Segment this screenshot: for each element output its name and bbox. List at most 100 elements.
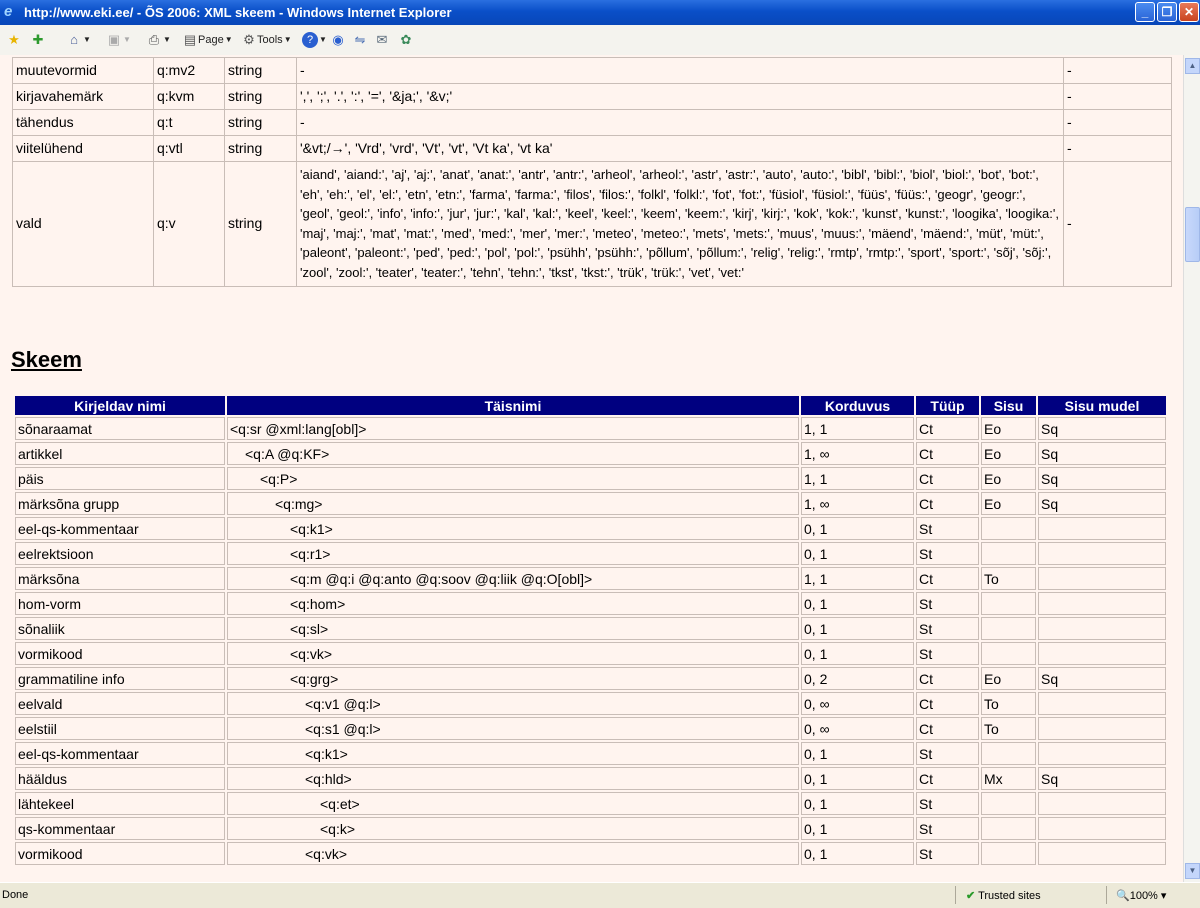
attribute-name: muutevormid <box>12 57 154 84</box>
help-button[interactable]: ? ▼ <box>302 31 328 49</box>
cell-type: Ct <box>916 417 979 440</box>
cell-rep: 0, 2 <box>801 667 914 690</box>
scroll-thumb[interactable] <box>1185 207 1200 262</box>
table-row: vormikood <q:vk> 0, 1 St <box>15 642 1166 665</box>
scroll-down-icon[interactable]: ▼ <box>1185 863 1200 879</box>
attribute-extra: - <box>1063 57 1172 84</box>
tool-extension-button[interactable]: ✿ <box>398 31 414 49</box>
attribute-values: '&vt;/→', 'Vrd', 'vrd', 'Vt', 'vt', 'Vt … <box>296 135 1064 162</box>
table-row: vormikood <q:vk> 0, 1 St <box>15 842 1166 865</box>
home-button[interactable]: ⌂ ▼ <box>66 31 92 49</box>
scroll-up-icon[interactable]: ▲ <box>1185 58 1200 74</box>
attribute-extra: - <box>1063 109 1172 136</box>
attribute-name: vald <box>12 161 154 287</box>
cell-type: Ct <box>916 717 979 740</box>
column-header: Korduvus <box>801 396 914 415</box>
favorites-star-icon: ★ <box>8 32 20 48</box>
research-icon: ◉ <box>332 32 344 48</box>
zoom-control[interactable]: 🔍100% ▾ <box>1116 889 1166 902</box>
window-titlebar: e http://www.eki.ee/ - ÕS 2006: XML skee… <box>0 0 1200 25</box>
cell-model <box>1038 717 1166 740</box>
bluetooth-button[interactable]: ✉ <box>374 31 390 49</box>
cell-content <box>981 617 1036 640</box>
print-button[interactable]: ⎙ ▼ <box>146 31 172 49</box>
tools-menu-button[interactable]: ⚙ Tools▼ <box>241 31 293 49</box>
cell-name: eelvald <box>15 692 225 715</box>
research-button[interactable]: ◉ <box>330 31 346 49</box>
close-button[interactable]: ✕ <box>1179 2 1199 22</box>
column-header: Täisnimi <box>227 396 799 415</box>
attribute-code: q:v <box>153 161 225 287</box>
cell-type: St <box>916 517 979 540</box>
cell-name: lähtekeel <box>15 792 225 815</box>
column-header: Tüüp <box>916 396 979 415</box>
cell-name: hom-vorm <box>15 592 225 615</box>
attribute-code: q:kvm <box>153 83 225 110</box>
table-row: qs-kommentaar <q:k> 0, 1 St <box>15 817 1166 840</box>
attribute-name: tähendus <box>12 109 154 136</box>
cell-type: St <box>916 542 979 565</box>
cell-full: <q:k1> <box>227 742 799 765</box>
checkmark-icon: ✔ <box>966 890 976 902</box>
cell-model <box>1038 742 1166 765</box>
table-row: eelvald <q:v1 @q:l> 0, ∞ Ct To <box>15 692 1166 715</box>
cell-content <box>981 792 1036 815</box>
cell-type: St <box>916 817 979 840</box>
table-row: eelstiil <q:s1 @q:l> 0, ∞ Ct To <box>15 717 1166 740</box>
cell-model <box>1038 542 1166 565</box>
chevron-down-icon: ▼ <box>163 35 171 45</box>
cell-full: <q:hld> <box>227 767 799 790</box>
cell-type: Ct <box>916 492 979 515</box>
cell-type: St <box>916 792 979 815</box>
cell-full: <q:v1 @q:l> <box>227 692 799 715</box>
cell-rep: 1, 1 <box>801 567 914 590</box>
security-zone[interactable]: ✔ Trusted sites <box>966 889 1041 902</box>
command-bar: ★ ✚ ⌂ ▼ ▣ ▼ ⎙ ▼ ▤ Page▼ ⚙ Tools▼ ? ▼ ◉ ⇋ ✉ ✿ <box>0 25 1200 56</box>
cell-name: vormikood <box>15 842 225 865</box>
cell-full: <q:k1> <box>227 517 799 540</box>
restore-button[interactable]: ❐ <box>1157 2 1177 22</box>
cell-name: qs-kommentaar <box>15 817 225 840</box>
close-icon: ✕ <box>1183 5 1195 19</box>
add-favorites-button[interactable]: ✚ <box>30 31 46 49</box>
cell-name: päis <box>15 467 225 490</box>
cell-full: <q:grg> <box>227 667 799 690</box>
cell-type: St <box>916 642 979 665</box>
table-row: märksõna <q:m @q:i @q:anto @q:soov @q:lii… <box>15 567 1166 590</box>
cell-rep: 1, ∞ <box>801 492 914 515</box>
attributes-table: muutevormid q:mv2 string - - kirjavahemärk q:k… <box>12 57 1172 287</box>
minimize-button[interactable]: _ <box>1135 2 1155 22</box>
attribute-values: - <box>296 109 1064 136</box>
cell-content <box>981 592 1036 615</box>
chevron-down-icon: ▼ <box>123 35 131 45</box>
cell-name: sõnaraamat <box>15 417 225 440</box>
cell-type: Ct <box>916 442 979 465</box>
vertical-scrollbar[interactable]: ▲ ▼ <box>1183 55 1200 882</box>
cell-rep: 1, ∞ <box>801 442 914 465</box>
cell-model: Sq <box>1038 492 1166 515</box>
bluetooth-icon: ✉ <box>376 32 388 48</box>
attribute-values: ',', ';', '.', ':', '=', '&ja;', '&v;' <box>296 83 1064 110</box>
cell-name: eelstiil <box>15 717 225 740</box>
cell-content <box>981 817 1036 840</box>
cell-type: St <box>916 842 979 865</box>
cell-model <box>1038 792 1166 815</box>
cell-full: <q:et> <box>227 792 799 815</box>
cell-content: Eo <box>981 467 1036 490</box>
table-row: hom-vorm <q:hom> 0, 1 St <box>15 592 1166 615</box>
cell-type: St <box>916 742 979 765</box>
column-header: Sisu <box>981 396 1036 415</box>
cell-content <box>981 542 1036 565</box>
favorites-button[interactable]: ★ <box>6 31 22 49</box>
cell-name: eel-qs-kommentaar <box>15 517 225 540</box>
status-bar: Done ✔ Trusted sites 🔍100% ▾ <box>0 882 1200 908</box>
attribute-extra: - <box>1063 83 1172 110</box>
feeds-button[interactable]: ▣ ▼ <box>106 31 132 49</box>
attribute-code: q:vtl <box>153 135 225 162</box>
chevron-down-icon: ▼ <box>283 35 292 45</box>
chevron-down-icon: ▼ <box>319 35 327 45</box>
table-row: märksõna grupp <q:mg> 1, ∞ Ct Eo Sq <box>15 492 1166 515</box>
page-menu-button[interactable]: ▤ Page▼ <box>182 31 234 49</box>
messenger-button[interactable]: ⇋ <box>352 31 368 49</box>
cell-type: St <box>916 592 979 615</box>
